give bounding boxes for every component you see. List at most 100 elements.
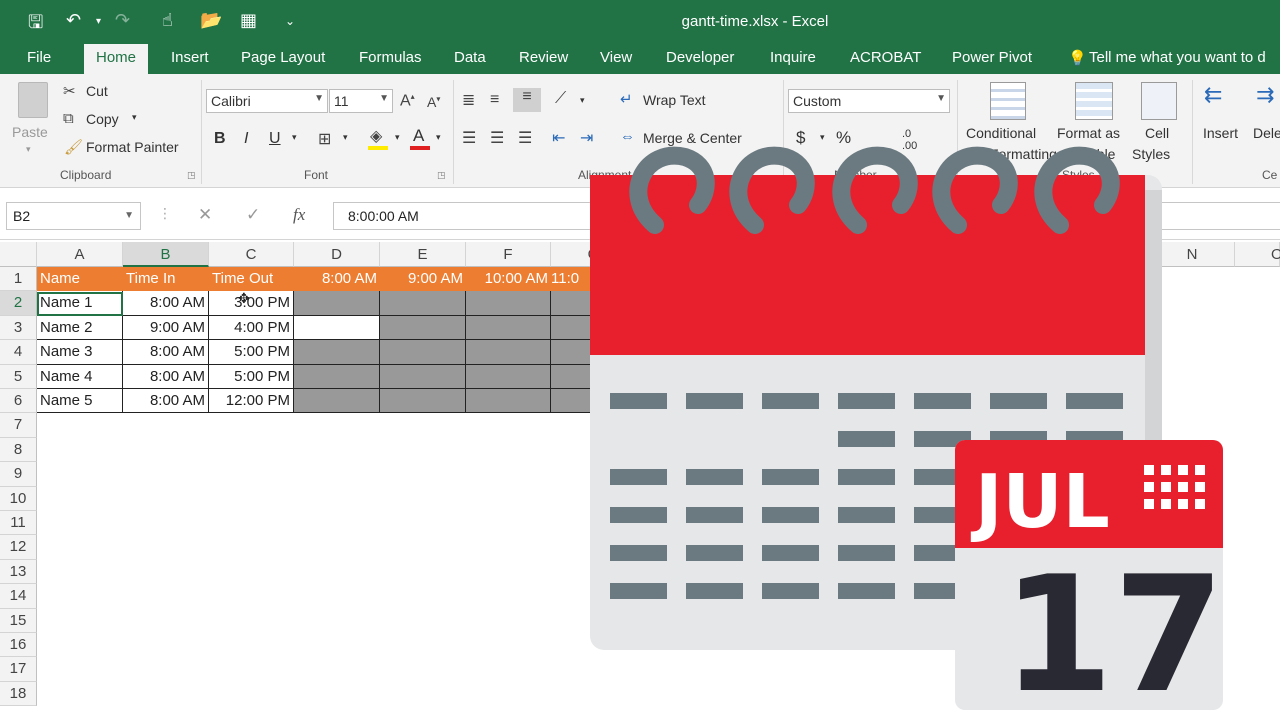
column-header-a[interactable]: A: [37, 242, 123, 267]
gantt-cell[interactable]: [466, 291, 551, 316]
increase-font-icon[interactable]: A▴: [400, 92, 415, 110]
copy-dropdown-icon[interactable]: ▾: [132, 112, 137, 123]
gantt-cell[interactable]: [294, 364, 380, 389]
delete-cells-button[interactable]: Dele: [1253, 125, 1280, 141]
tab-power-pivot[interactable]: Power Pivot: [952, 49, 1032, 66]
tab-inquire[interactable]: Inquire: [770, 49, 816, 66]
gantt-cell[interactable]: [294, 315, 380, 341]
gantt-cell[interactable]: [551, 291, 591, 316]
font-size-combo[interactable]: 11 ▼: [329, 89, 393, 113]
paste-dropdown-icon[interactable]: ▾: [26, 144, 31, 155]
gantt-cell[interactable]: [380, 389, 466, 414]
name-cell[interactable]: Name 4: [37, 364, 123, 389]
tell-me-box[interactable]: Tell me what you want to d: [1089, 49, 1266, 66]
row-header[interactable]: 10: [0, 486, 37, 511]
underline-dropdown-icon[interactable]: ▾: [292, 132, 297, 143]
tab-acrobat[interactable]: ACROBAT: [850, 49, 921, 66]
copy-button[interactable]: Copy: [86, 111, 119, 127]
tab-page-layout[interactable]: Page Layout: [241, 49, 325, 66]
column-header-c[interactable]: C: [209, 242, 294, 267]
cut-button[interactable]: Cut: [86, 83, 108, 99]
name-cell[interactable]: Name 2: [37, 315, 123, 341]
gantt-cell[interactable]: [380, 364, 466, 389]
tab-insert[interactable]: Insert: [171, 49, 209, 66]
row-header[interactable]: 15: [0, 608, 37, 633]
insert-function-button[interactable]: fx: [293, 205, 305, 225]
time-in-cell[interactable]: 8:00 AM: [123, 389, 209, 414]
time-in-cell[interactable]: 8:00 AM: [123, 340, 209, 365]
header-cell[interactable]: 9:00 AM: [380, 267, 466, 292]
select-all-corner[interactable]: [0, 242, 37, 267]
gantt-cell[interactable]: [466, 340, 551, 365]
column-header-b[interactable]: B: [123, 242, 209, 267]
column-header-e[interactable]: E: [380, 242, 466, 267]
time-in-cell[interactable]: 9:00 AM: [123, 315, 209, 341]
name-cell[interactable]: Name 3: [37, 340, 123, 365]
align-right-icon[interactable]: ☰: [518, 128, 532, 148]
header-cell[interactable]: Time In: [123, 267, 209, 292]
header-cell[interactable]: Name: [37, 267, 123, 292]
dialog-launcher-icon[interactable]: ◳: [187, 170, 196, 181]
row-header[interactable]: 17: [0, 657, 37, 682]
gantt-cell[interactable]: [380, 315, 466, 341]
header-cell[interactable]: Time Out: [209, 267, 294, 292]
column-header-f[interactable]: F: [466, 242, 551, 267]
row-header[interactable]: 16: [0, 633, 37, 658]
row-header[interactable]: 18: [0, 681, 37, 707]
orientation-icon[interactable]: ⟋: [555, 90, 566, 108]
font-color-icon[interactable]: A: [413, 126, 424, 146]
time-out-cell[interactable]: 12:00 PM: [209, 389, 294, 414]
header-cell[interactable]: 10:00 AM: [466, 267, 551, 292]
time-out-cell[interactable]: 5:00 PM: [209, 340, 294, 365]
fill-color-icon[interactable]: ◈: [370, 126, 382, 146]
align-center-icon[interactable]: ☰: [490, 128, 504, 148]
tab-formulas[interactable]: Formulas: [359, 49, 422, 66]
name-cell[interactable]: Name 5: [37, 389, 123, 414]
row-header[interactable]: 12: [0, 535, 37, 560]
tab-file[interactable]: File: [27, 49, 51, 66]
row-header[interactable]: 1: [0, 267, 37, 292]
tab-developer[interactable]: Developer: [666, 49, 734, 66]
paste-button[interactable]: Paste: [12, 124, 48, 140]
align-top-icon[interactable]: ≣: [462, 90, 475, 110]
gantt-cell[interactable]: [551, 364, 591, 389]
gantt-cell[interactable]: [551, 389, 591, 414]
time-out-cell[interactable]: 3:00 PM: [209, 291, 294, 316]
gantt-cell[interactable]: [380, 340, 466, 365]
underline-button[interactable]: U: [269, 130, 281, 148]
decrease-font-icon[interactable]: A▾: [427, 94, 440, 110]
gantt-cell[interactable]: [294, 389, 380, 414]
gantt-cell[interactable]: [466, 389, 551, 414]
bold-button[interactable]: B: [214, 130, 226, 148]
fill-dropdown-icon[interactable]: ▾: [395, 132, 400, 143]
tab-view[interactable]: View: [600, 49, 632, 66]
row-header[interactable]: 4: [0, 340, 37, 365]
dialog-launcher-icon[interactable]: ◳: [437, 170, 446, 181]
name-box[interactable]: B2 ▼: [6, 202, 141, 230]
time-in-cell[interactable]: 8:00 AM: [123, 291, 209, 316]
cancel-icon[interactable]: ✕: [198, 205, 212, 225]
font-color-dropdown-icon[interactable]: ▾: [436, 132, 441, 143]
gantt-cell[interactable]: [380, 291, 466, 316]
row-header[interactable]: 13: [0, 559, 37, 585]
number-format-combo[interactable]: Custom ▼: [788, 89, 950, 113]
row-header[interactable]: 2: [0, 291, 37, 316]
row-header[interactable]: 8: [0, 437, 37, 463]
column-header-d[interactable]: D: [294, 242, 380, 267]
row-header[interactable]: 7: [0, 413, 37, 438]
align-bottom-icon[interactable]: ≡: [513, 88, 541, 112]
tab-data[interactable]: Data: [454, 49, 486, 66]
gantt-cell[interactable]: [466, 315, 551, 341]
row-header[interactable]: 9: [0, 462, 37, 487]
gantt-cell[interactable]: [551, 315, 591, 341]
row-header[interactable]: 11: [0, 511, 37, 536]
row-header[interactable]: 3: [0, 315, 37, 341]
borders-dropdown-icon[interactable]: ▾: [343, 132, 348, 143]
gantt-cell[interactable]: [551, 340, 591, 365]
row-header[interactable]: 14: [0, 584, 37, 609]
row-header[interactable]: 5: [0, 364, 37, 389]
gantt-cell[interactable]: [466, 364, 551, 389]
paste-icon[interactable]: [18, 82, 48, 118]
column-header-o[interactable]: O: [1235, 242, 1280, 267]
time-out-cell[interactable]: 4:00 PM: [209, 315, 294, 341]
